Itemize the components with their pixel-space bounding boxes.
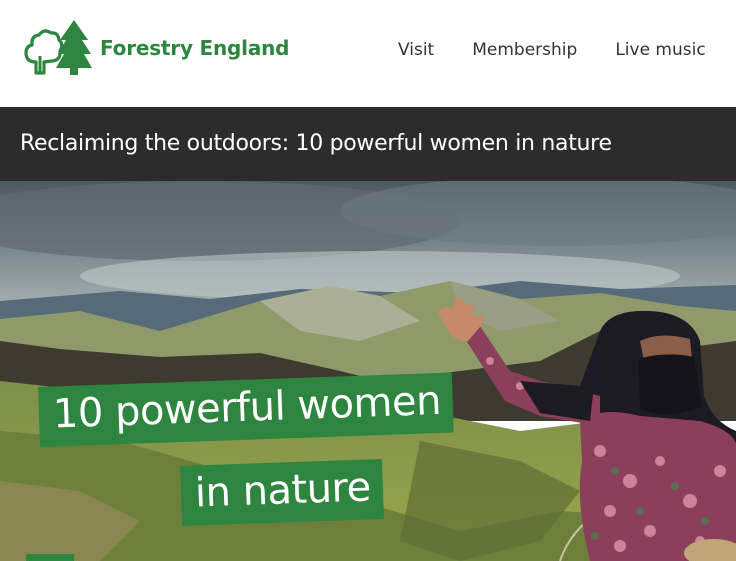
title-bar: Reclaiming the outdoors: 10 powerful wom… [0,107,736,181]
nav-item-membership[interactable]: Membership [472,38,577,62]
nav-item-live-music[interactable]: Live music [615,38,705,62]
hero-headline-line-2: in nature [180,458,384,526]
hero-badge [26,554,74,561]
main-nav: Visit Membership Live music T [398,38,736,62]
site-header: Forestry England Visit Membership Live m… [0,0,736,107]
tree-logo-icon [24,20,92,75]
hero: 10 powerful women in nature [0,181,736,561]
brand-name: Forestry England [100,36,290,60]
page-title: Reclaiming the outdoors: 10 powerful wom… [20,131,612,156]
forestry-england-logo[interactable]: Forestry England [22,18,289,78]
nav-item-visit[interactable]: Visit [398,38,434,62]
